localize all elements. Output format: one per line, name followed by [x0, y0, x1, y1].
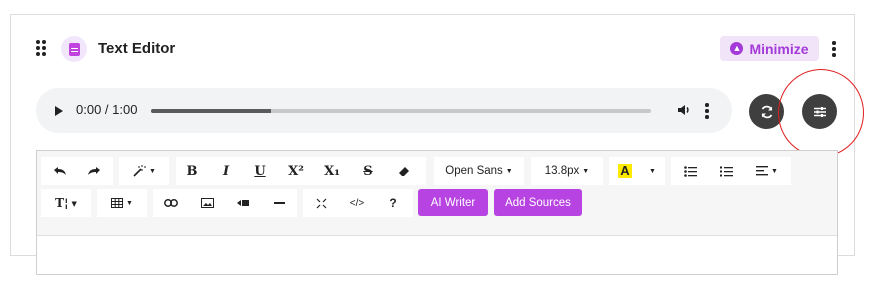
text-style-icon: T¦ ▼ — [55, 196, 77, 210]
audio-more-icon[interactable] — [704, 103, 710, 119]
font-family-select[interactable]: Open Sans ▼ — [434, 157, 524, 185]
highlight-color-button[interactable]: A — [613, 157, 637, 185]
superscript-button[interactable]: X² — [280, 157, 312, 185]
ai-writer-button[interactable]: AI Writer — [418, 189, 488, 216]
view-group: </> ? — [303, 189, 413, 217]
page-title: Text Editor — [98, 40, 176, 57]
text-editor-card: Text Editor ▲ Minimize 0:00 / 1:00 ▼ B I… — [10, 14, 864, 275]
play-icon[interactable] — [55, 106, 63, 116]
add-sources-button[interactable]: Add Sources — [494, 189, 582, 216]
rich-text-editor: ▼ B I U X² X₁ S Open Sans ▼ 13.8px ▼ A ▼… — [36, 150, 838, 275]
audio-player: 0:00 / 1:00 — [36, 88, 732, 133]
annotation-circle — [778, 69, 864, 157]
horizontal-rule-icon[interactable] — [263, 189, 295, 217]
list-group: ▼ — [671, 157, 791, 185]
magic-wand-group: ▼ — [119, 157, 169, 185]
more-options-icon[interactable] — [831, 41, 837, 57]
undo-redo-group — [41, 157, 113, 185]
italic-button[interactable]: I — [210, 157, 242, 185]
eraser-icon[interactable] — [388, 157, 420, 185]
font-family-value: Open Sans ▼ — [445, 165, 513, 177]
highlight-dropdown-icon[interactable]: ▼ — [641, 157, 661, 185]
minimize-button[interactable]: ▲ Minimize — [720, 36, 819, 61]
audio-progress-track[interactable] — [151, 109, 651, 113]
subscript-button[interactable]: X₁ — [316, 157, 348, 185]
image-icon[interactable] — [191, 189, 223, 217]
arrow-up-icon: ▲ — [730, 42, 744, 55]
refresh-icon — [761, 105, 772, 118]
bold-button[interactable]: B — [176, 157, 208, 185]
insert-group — [153, 189, 297, 217]
drag-handle-icon[interactable] — [36, 40, 48, 58]
minimize-label: Minimize — [749, 40, 809, 57]
link-icon[interactable] — [155, 189, 187, 217]
font-size-select[interactable]: 13.8px ▼ — [531, 157, 603, 185]
audio-time: 0:00 / 1:00 — [76, 102, 138, 117]
code-view-button[interactable]: </> — [341, 189, 373, 217]
redo-icon[interactable] — [79, 157, 109, 185]
numbered-list-icon[interactable] — [711, 157, 741, 185]
formatting-group: B I U X² X₁ S — [176, 157, 426, 185]
audio-progress-fill — [151, 109, 271, 113]
undo-icon[interactable] — [45, 157, 75, 185]
magic-wand-icon[interactable]: ▼ — [119, 157, 169, 185]
fullscreen-icon[interactable] — [305, 189, 337, 217]
volume-icon[interactable] — [676, 102, 692, 118]
video-icon[interactable] — [227, 189, 259, 217]
highlight-glyph: A — [618, 163, 632, 178]
document-badge — [61, 36, 87, 62]
align-dropdown-icon[interactable]: ▼ — [747, 157, 787, 185]
text-style-select[interactable]: T¦ ▼ — [41, 189, 91, 217]
underline-button[interactable]: U — [244, 157, 276, 185]
strikethrough-button[interactable]: S — [352, 157, 384, 185]
highlight-group: A ▼ — [609, 157, 665, 185]
table-select[interactable]: ▼ — [97, 189, 147, 217]
document-icon — [68, 42, 80, 56]
table-icon: ▼ — [97, 189, 147, 217]
help-button[interactable]: ? — [377, 189, 409, 217]
editor-content-area[interactable] — [37, 236, 837, 274]
font-size-value: 13.8px ▼ — [544, 165, 590, 177]
editor-toolbar: ▼ B I U X² X₁ S Open Sans ▼ 13.8px ▼ A ▼… — [37, 151, 837, 236]
bullet-list-icon[interactable] — [675, 157, 705, 185]
